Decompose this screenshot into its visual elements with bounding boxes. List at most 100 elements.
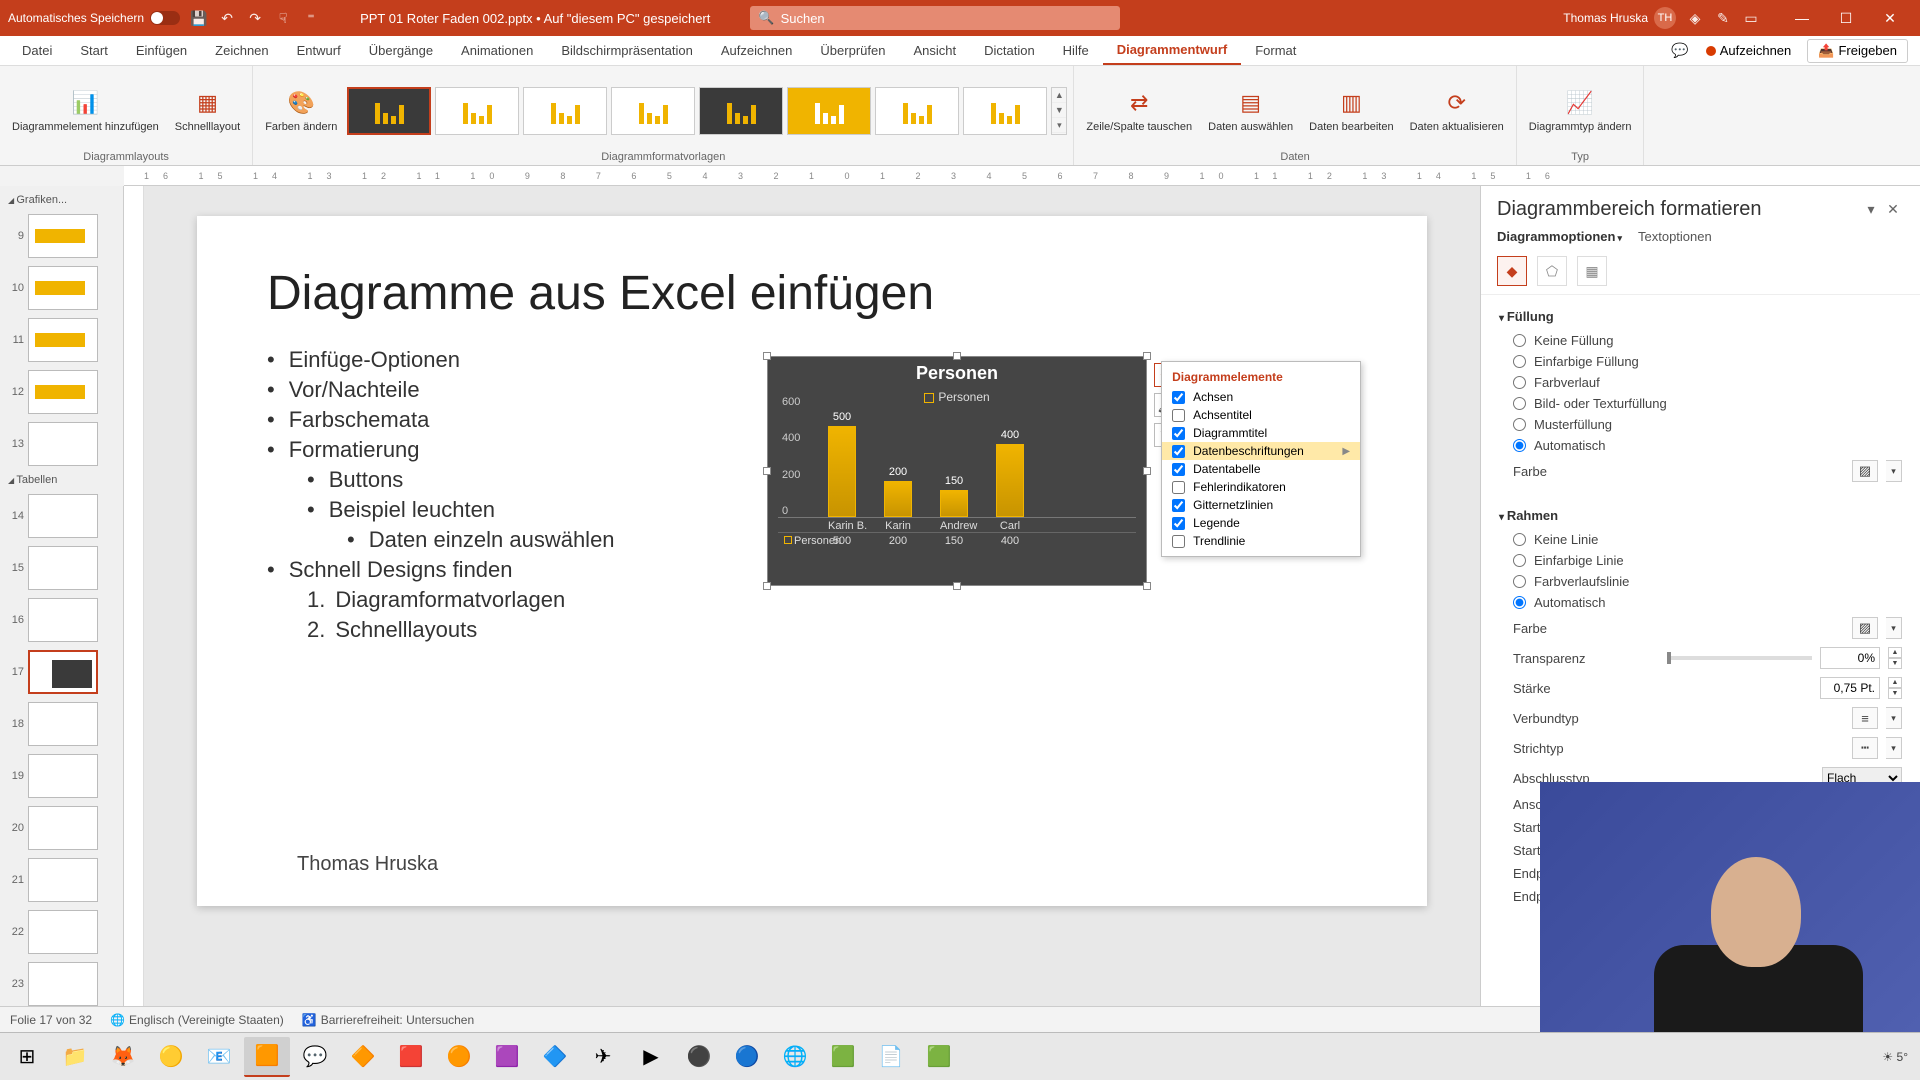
- switch-row-col-button[interactable]: ⇄Zeile/Spalte tauschen: [1080, 83, 1198, 137]
- radio-gradient-fill[interactable]: Farbverlauf: [1499, 372, 1902, 393]
- compound-button[interactable]: ≡: [1852, 707, 1878, 729]
- slide-thumb-10[interactable]: 10: [0, 262, 123, 314]
- chart-bar[interactable]: 150: [940, 490, 968, 517]
- width-input[interactable]: [1820, 677, 1880, 699]
- close-pane-icon[interactable]: ✕: [1882, 201, 1904, 218]
- fill-section-header[interactable]: Füllung: [1499, 303, 1902, 330]
- flyout-item-datentabelle[interactable]: Datentabelle: [1162, 460, 1360, 478]
- firefox-icon[interactable]: 🦊: [100, 1037, 146, 1077]
- tab-dictation[interactable]: Dictation: [970, 36, 1049, 65]
- section-tabellen[interactable]: Tabellen: [0, 470, 123, 490]
- tab-ueberpruefen[interactable]: Überprüfen: [806, 36, 899, 65]
- line-color-button[interactable]: ▨: [1852, 617, 1878, 639]
- weather-tray[interactable]: ☀ 5°: [1882, 1050, 1908, 1064]
- app-icon-3[interactable]: 🟠: [436, 1037, 482, 1077]
- redo-icon[interactable]: ↷: [246, 9, 264, 27]
- fill-line-icon[interactable]: ◆: [1497, 256, 1527, 286]
- radio-auto-line[interactable]: Automatisch: [1499, 592, 1902, 613]
- tab-einfuegen[interactable]: Einfügen: [122, 36, 201, 65]
- comments-icon[interactable]: 💬: [1670, 41, 1690, 61]
- slide-canvas[interactable]: Diagramme aus Excel einfügen Einfüge-Opt…: [197, 216, 1427, 906]
- flyout-item-trendlinie[interactable]: Trendlinie: [1162, 532, 1360, 550]
- spin-up[interactable]: ▲: [1888, 677, 1902, 688]
- app-icon-7[interactable]: 🟩: [820, 1037, 866, 1077]
- radio-solid-fill[interactable]: Einfarbige Füllung: [1499, 351, 1902, 372]
- tab-format[interactable]: Format: [1241, 36, 1310, 65]
- radio-picture-fill[interactable]: Bild- oder Texturfüllung: [1499, 393, 1902, 414]
- slide-thumb-22[interactable]: 22: [0, 906, 123, 958]
- size-props-icon[interactable]: ▦: [1577, 256, 1607, 286]
- accessibility-status[interactable]: ♿Barrierefreiheit: Untersuchen: [302, 1013, 474, 1027]
- radio-pattern-fill[interactable]: Musterfüllung: [1499, 414, 1902, 435]
- chart-plot[interactable]: 0200400600500200150400: [778, 408, 1136, 518]
- tab-diagrammentwurf[interactable]: Diagrammentwurf: [1103, 36, 1242, 65]
- slide-thumb-11[interactable]: 11: [0, 314, 123, 366]
- chart-bar[interactable]: 200: [884, 481, 912, 517]
- radio-gradient-line[interactable]: Farbverlaufslinie: [1499, 571, 1902, 592]
- gallery-scroll[interactable]: ▲▼▾: [1051, 87, 1067, 135]
- tab-entwurf[interactable]: Entwurf: [283, 36, 355, 65]
- chart-legend[interactable]: Personen: [768, 390, 1146, 408]
- touch-mode-icon[interactable]: ☟: [274, 9, 292, 27]
- radio-solid-line[interactable]: Einfarbige Linie: [1499, 550, 1902, 571]
- change-colors-button[interactable]: 🎨Farben ändern: [259, 83, 343, 137]
- slide-thumb-21[interactable]: 21: [0, 854, 123, 906]
- explorer-icon[interactable]: 📁: [52, 1037, 98, 1077]
- spin-up[interactable]: ▲: [1888, 647, 1902, 658]
- chart-object[interactable]: Personen Personen 0200400600500200150400…: [767, 356, 1147, 586]
- onenote-icon[interactable]: 🟪: [484, 1037, 530, 1077]
- tab-start[interactable]: Start: [66, 36, 121, 65]
- compound-dropdown[interactable]: ▾: [1886, 707, 1902, 729]
- outlook-icon[interactable]: 📧: [196, 1037, 242, 1077]
- minimize-button[interactable]: —: [1780, 0, 1824, 36]
- slide-thumb-20[interactable]: 20: [0, 802, 123, 854]
- chart-style-6[interactable]: [787, 87, 871, 135]
- dash-dropdown[interactable]: ▾: [1886, 737, 1902, 759]
- tab-bildschirmpraesentation[interactable]: Bildschirmpräsentation: [547, 36, 707, 65]
- undo-icon[interactable]: ↶: [218, 9, 236, 27]
- flyout-item-datenbeschriftungen[interactable]: Datenbeschriftungen▶: [1162, 442, 1360, 460]
- spin-down[interactable]: ▼: [1888, 688, 1902, 699]
- slide-thumbnails-panel[interactable]: Grafiken... 910111213 Tabellen 141516171…: [0, 186, 124, 1006]
- slide-thumb-16[interactable]: 16: [0, 594, 123, 646]
- fill-color-button[interactable]: ▨: [1852, 460, 1878, 482]
- user-account[interactable]: Thomas Hruska TH: [1563, 7, 1676, 29]
- maximize-button[interactable]: ☐: [1824, 0, 1868, 36]
- save-icon[interactable]: 💾: [190, 9, 208, 27]
- flyout-item-achsen[interactable]: Achsen: [1162, 388, 1360, 406]
- slide-counter[interactable]: Folie 17 von 32: [10, 1013, 92, 1027]
- app-icon-6[interactable]: 🌐: [772, 1037, 818, 1077]
- transparency-slider[interactable]: [1667, 656, 1813, 660]
- dash-button[interactable]: ┅: [1852, 737, 1878, 759]
- tab-uebergaenge[interactable]: Übergänge: [355, 36, 447, 65]
- share-button[interactable]: 📤Freigeben: [1807, 39, 1908, 63]
- slide-thumb-12[interactable]: 12: [0, 366, 123, 418]
- tab-hilfe[interactable]: Hilfe: [1049, 36, 1103, 65]
- chart-style-8[interactable]: [963, 87, 1047, 135]
- record-button[interactable]: Aufzeichnen: [1698, 40, 1800, 61]
- slide-thumb-15[interactable]: 15: [0, 542, 123, 594]
- slide-thumb-23[interactable]: 23: [0, 958, 123, 1006]
- chart-style-1[interactable]: [347, 87, 431, 135]
- qat-more-icon[interactable]: ⁼: [302, 9, 320, 27]
- language-status[interactable]: 🌐Englisch (Vereinigte Staaten): [110, 1013, 284, 1027]
- slide-thumb-17[interactable]: 17: [0, 646, 123, 698]
- border-section-header[interactable]: Rahmen: [1499, 502, 1902, 529]
- chart-bar[interactable]: 400: [996, 444, 1024, 517]
- tab-ansicht[interactable]: Ansicht: [899, 36, 970, 65]
- line-color-dropdown[interactable]: ▾: [1886, 617, 1902, 639]
- search-box[interactable]: 🔍 Suchen: [750, 6, 1120, 30]
- tab-diagram-options[interactable]: Diagrammoptionen▾: [1497, 229, 1622, 244]
- effects-icon[interactable]: ⬠: [1537, 256, 1567, 286]
- slide-thumb-18[interactable]: 18: [0, 698, 123, 750]
- app-icon-2[interactable]: 🟥: [388, 1037, 434, 1077]
- close-button[interactable]: ✕: [1868, 0, 1912, 36]
- start-button[interactable]: ⊞: [4, 1037, 50, 1077]
- slide-thumb-9[interactable]: 9: [0, 210, 123, 262]
- chart-bar[interactable]: 500: [828, 426, 856, 517]
- powerpoint-icon[interactable]: 🟧: [244, 1037, 290, 1077]
- chrome-icon[interactable]: 🟡: [148, 1037, 194, 1077]
- chart-title[interactable]: Personen: [768, 357, 1146, 390]
- telegram-icon[interactable]: ✈: [580, 1037, 626, 1077]
- spin-down[interactable]: ▼: [1888, 658, 1902, 669]
